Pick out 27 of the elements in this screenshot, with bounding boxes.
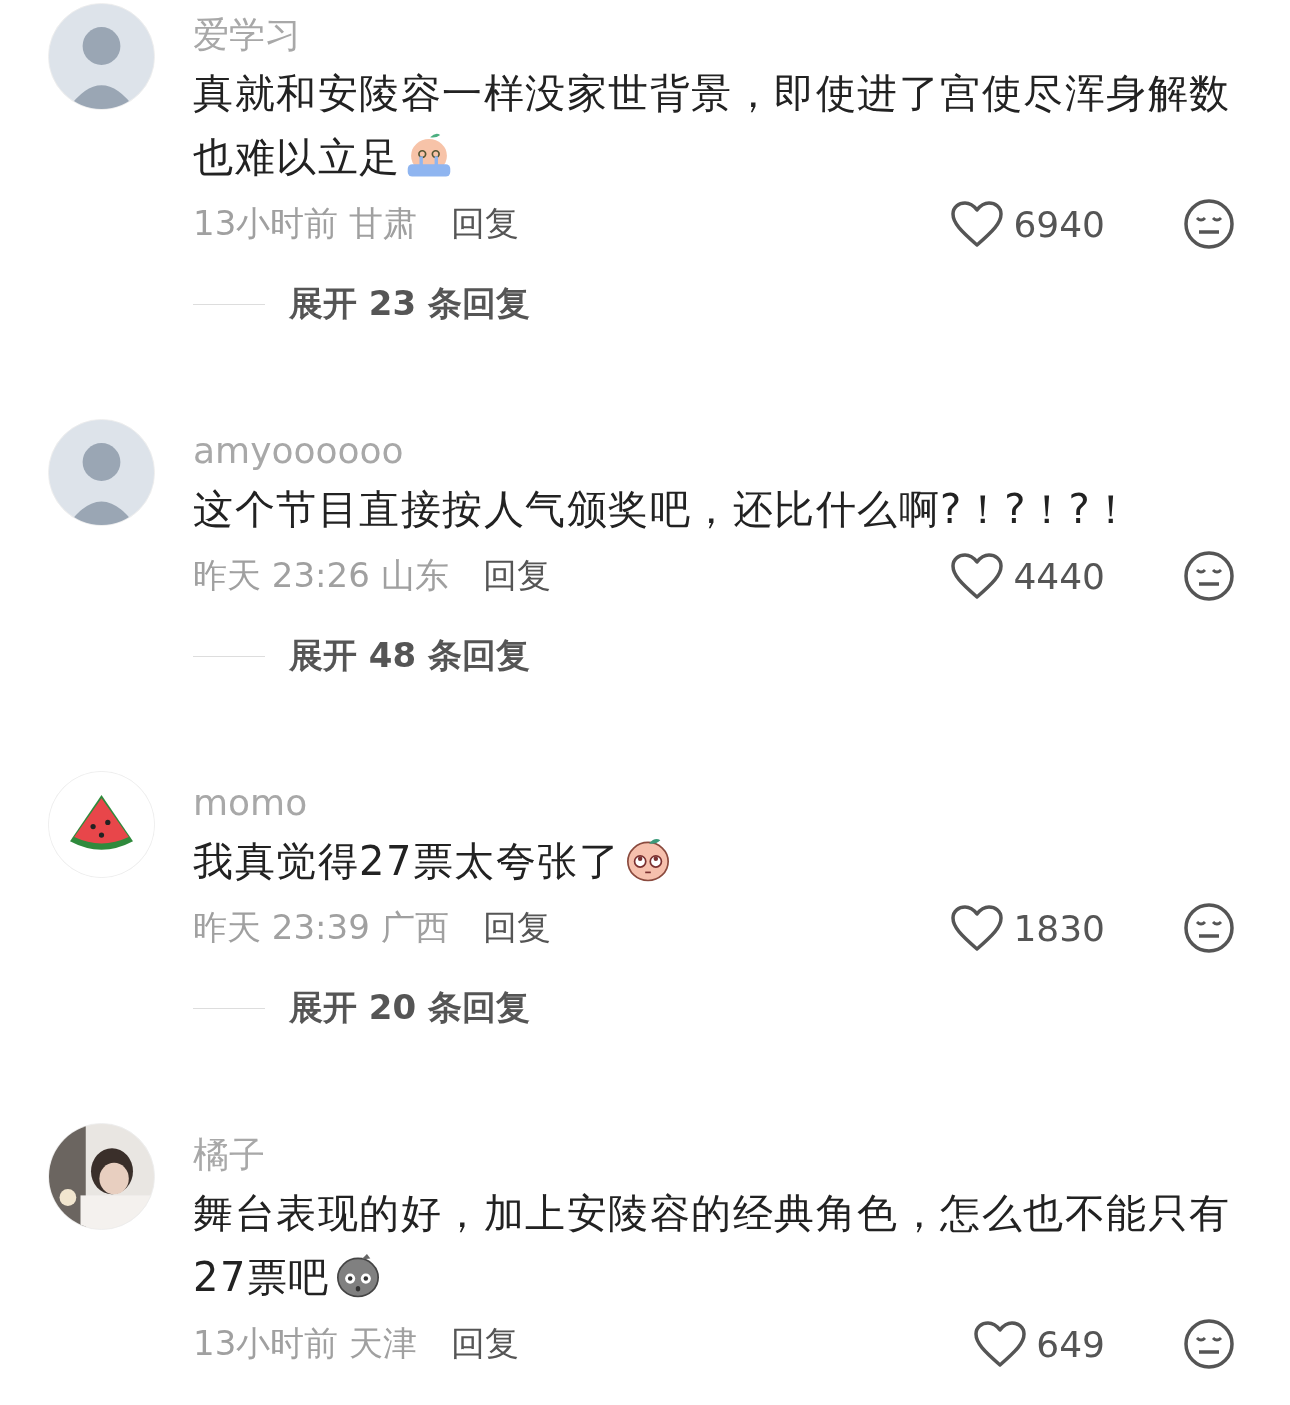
timestamp: 13小时前 天津	[193, 1322, 418, 1365]
reply-link[interactable]: 回复	[451, 1321, 520, 1367]
expand-replies-link[interactable]: 展开 48 条回复	[289, 633, 530, 679]
timestamp: 昨天 23:26 山东	[193, 554, 449, 597]
heart-icon[interactable]	[951, 201, 1004, 247]
reply-link[interactable]: 回复	[482, 905, 551, 951]
like-count: 649	[1036, 1323, 1105, 1365]
neutral-face-icon[interactable]	[1183, 902, 1235, 954]
heart-icon[interactable]	[951, 553, 1004, 599]
like-count: 1830	[1013, 907, 1105, 949]
reply-link[interactable]: 回复	[482, 553, 551, 599]
timestamp: 昨天 23:39 广西	[193, 906, 449, 949]
neutral-face-icon[interactable]	[1183, 550, 1235, 602]
expand-replies-link[interactable]: 展开 20 条回复	[289, 985, 530, 1031]
comment-text: 舞台表现的好，加上安陵容的经典角色，怎么也不能只有27票吧	[193, 1189, 1232, 1303]
comment-text: 这个节目直接按人气颁奖吧，还比什么啊?！?！?！	[193, 485, 1134, 534]
reply-link[interactable]: 回复	[451, 201, 520, 247]
neutral-face-icon[interactable]	[1183, 198, 1235, 250]
expand-replies-link[interactable]: 展开 23 条回复	[289, 281, 530, 327]
like-count: 6940	[1013, 203, 1105, 245]
neutral-face-icon[interactable]	[1183, 1318, 1235, 1370]
heart-icon[interactable]	[974, 1321, 1027, 1367]
heart-icon[interactable]	[951, 905, 1004, 951]
comment-text: 真就和安陵容一样没家世背景，即使进了宫使尽浑身解数也难以立足	[193, 69, 1232, 183]
comment-text: 我真觉得27票太夸张了	[193, 829, 1243, 893]
timestamp: 13小时前 甘肃	[193, 202, 418, 245]
like-count: 4440	[1013, 555, 1105, 597]
